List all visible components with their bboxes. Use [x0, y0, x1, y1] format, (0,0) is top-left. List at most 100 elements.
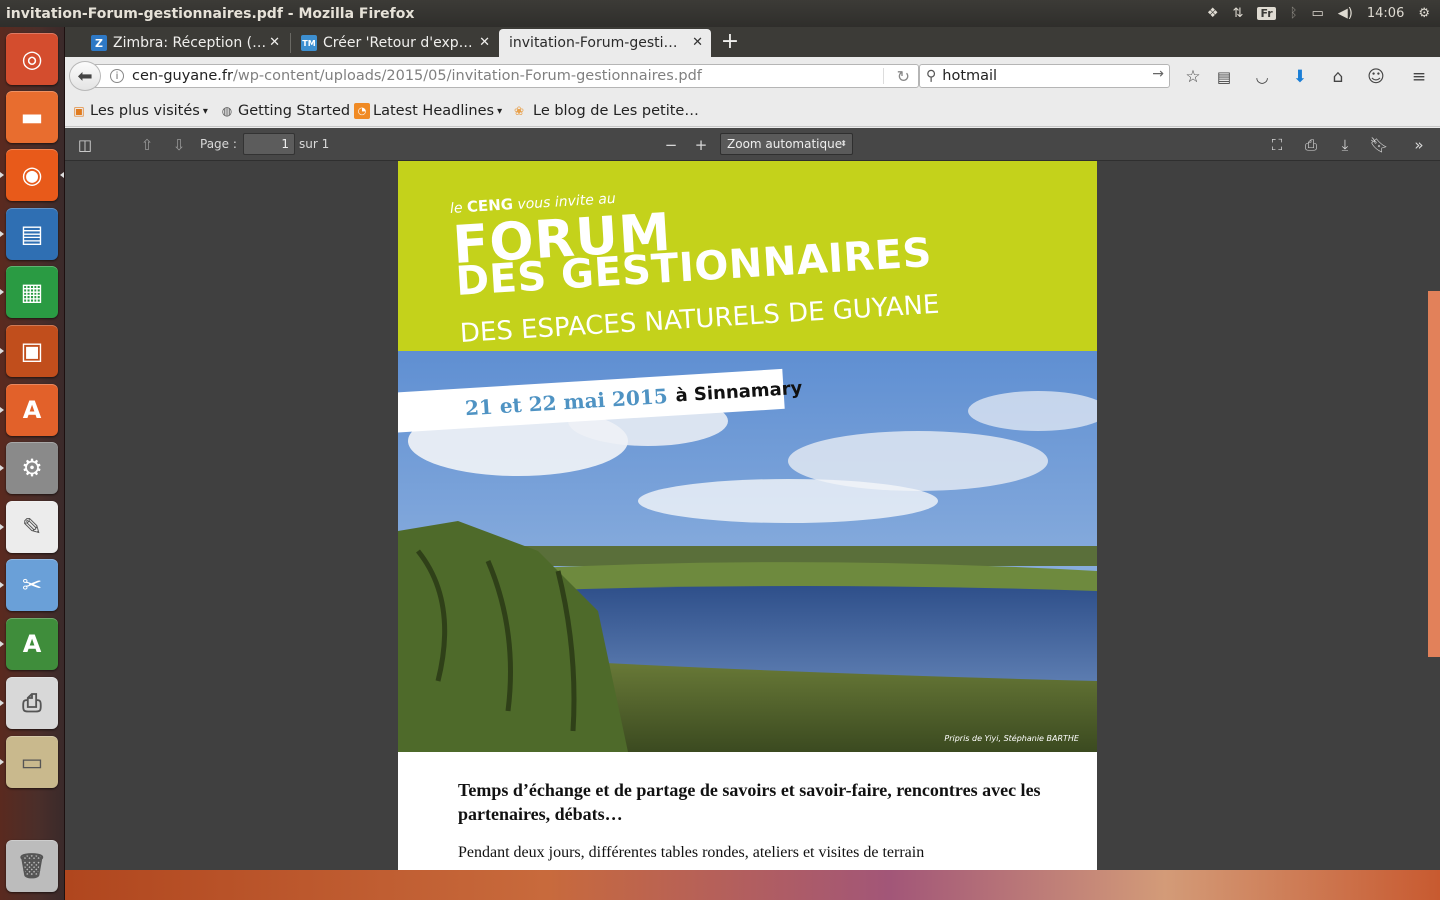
- bookmark-les-plus-visites[interactable]: ▣ Les plus visités ▾: [71, 102, 208, 120]
- new-tab-button[interactable]: +: [719, 31, 741, 53]
- bookmark-le-blog[interactable]: ❀ Le blog de Les petite…: [511, 102, 699, 120]
- zoom-in-icon[interactable]: +: [691, 136, 711, 154]
- launcher-files[interactable]: ▬: [6, 91, 58, 143]
- presentation-mode-icon[interactable]: ⛶: [1267, 136, 1287, 154]
- launcher-firefox[interactable]: ◉: [6, 149, 58, 201]
- focused-indicator: [60, 172, 64, 178]
- chevron-down-icon: ▾: [202, 105, 208, 117]
- running-indicator: [0, 231, 4, 237]
- chevron-down-icon: ▾: [497, 105, 503, 117]
- launcher-ubuntu-dash[interactable]: ◎: [6, 33, 58, 85]
- tab-invitation-pdf[interactable]: invitation-Forum-gesti… ✕: [499, 29, 711, 57]
- page-number-input[interactable]: 1: [243, 133, 295, 155]
- launcher-libreoffice-impress[interactable]: ▣: [6, 325, 58, 377]
- libreoffice-calc-icon: ▦: [20, 278, 44, 306]
- bookmark-star-icon[interactable]: ☆: [1182, 66, 1204, 88]
- reading-list-icon[interactable]: ▤: [1213, 66, 1235, 88]
- system-settings-icon: ⚙: [21, 454, 43, 482]
- bluetooth-icon[interactable]: ᛒ: [1290, 6, 1298, 21]
- reload-icon[interactable]: ↻: [897, 67, 910, 86]
- launcher-bar: ◎ ▬ ◉ ▤ ▦ ▣ A ⚙ ✎ ✂ A ⎙ ▭ 🗑︎: [0, 27, 65, 900]
- launcher-libreoffice-calc[interactable]: ▦: [6, 266, 58, 318]
- download-icon[interactable]: ⤓: [1335, 136, 1355, 154]
- running-indicator: [0, 407, 4, 413]
- zoom-value: Zoom automatique: [727, 137, 843, 151]
- body-paragraph: Pendant deux jours, différentes tables r…: [458, 844, 925, 861]
- next-page-icon[interactable]: ⇩: [169, 136, 189, 154]
- url-host: cen-guyane.fr: [132, 68, 233, 84]
- home-icon[interactable]: ⌂: [1327, 66, 1349, 88]
- menu-hamburger-icon[interactable]: ≡: [1408, 66, 1430, 88]
- network-icon[interactable]: ⇅: [1233, 6, 1244, 21]
- site-info-icon[interactable]: i: [110, 69, 124, 83]
- tab-close-icon[interactable]: ✕: [269, 35, 280, 50]
- event-date: 21 et 22 mai 2015: [464, 383, 669, 421]
- tab-close-icon[interactable]: ✕: [479, 35, 490, 50]
- navigation-toolbar: i cen-guyane.fr/wp-content/uploads/2015/…: [65, 57, 1440, 95]
- dropbox-icon[interactable]: ❖: [1207, 6, 1219, 21]
- sidebar-toggle-icon[interactable]: ◫: [75, 136, 95, 154]
- running-indicator: [0, 582, 4, 588]
- screenshot-icon: ✂: [21, 571, 43, 599]
- launcher-archive-manager[interactable]: ▭: [6, 736, 58, 788]
- clock[interactable]: 14:06: [1367, 6, 1404, 21]
- text-editor-icon: ✎: [21, 513, 43, 541]
- previous-page-icon[interactable]: ⇧: [137, 136, 157, 154]
- pdf-toolbar: ◫ ⇧ ⇩ Page : 1 sur 1 − + Zoom automatiqu…: [65, 128, 1440, 161]
- printer-icon: ⎙: [22, 689, 42, 717]
- tools-chevron-icon[interactable]: »: [1409, 136, 1429, 154]
- bookmark-view-icon[interactable]: 🔖︎: [1369, 136, 1389, 154]
- search-input[interactable]: hotmail: [942, 68, 997, 84]
- tab-label: Créer 'Retour d'exp…: [323, 35, 473, 51]
- pocket-icon[interactable]: ◡: [1251, 66, 1273, 88]
- running-indicator: [0, 465, 4, 471]
- volume-icon[interactable]: ◀): [1338, 6, 1353, 21]
- launcher-system-settings[interactable]: ⚙: [6, 442, 58, 494]
- bookmarks-toolbar: ▣ Les plus visités ▾ ◍ Getting Started ◔…: [65, 95, 1440, 127]
- zimbra-favicon-icon: Z: [91, 35, 107, 51]
- running-indicator: [0, 172, 4, 178]
- settings-gear-icon[interactable]: ⚙: [1418, 6, 1430, 21]
- launcher-software-center[interactable]: A: [6, 384, 58, 436]
- bookmark-label: Le blog de Les petite…: [533, 103, 699, 119]
- tab-close-icon[interactable]: ✕: [692, 35, 703, 50]
- keyboard-layout-indicator[interactable]: Fr: [1257, 7, 1276, 20]
- bookmark-latest-headlines[interactable]: ◔ Latest Headlines ▾: [354, 102, 502, 120]
- event-place: à Sinnamary: [674, 377, 803, 406]
- launcher-printer[interactable]: ⎙: [6, 677, 58, 729]
- lead-paragraph: Temps d’échange et de partage de savoirs…: [458, 780, 1041, 824]
- globe-icon: ◍: [221, 104, 233, 118]
- battery-icon[interactable]: ▭: [1312, 6, 1324, 21]
- back-arrow-icon: ⬅: [77, 65, 93, 87]
- launcher-trash[interactable]: 🗑︎: [6, 840, 58, 892]
- tab-zimbra[interactable]: Z Zimbra: Réception (… ✕: [83, 29, 288, 57]
- url-bar[interactable]: i cen-guyane.fr/wp-content/uploads/2015/…: [95, 64, 919, 88]
- url-separator: [883, 68, 884, 84]
- launcher-libreoffice-writer[interactable]: ▤: [6, 208, 58, 260]
- search-icon: ⚲: [926, 68, 937, 84]
- print-icon[interactable]: ⎙: [1301, 136, 1321, 154]
- bookmark-getting-started[interactable]: ◍ Getting Started: [219, 102, 350, 120]
- tab-creer-retour[interactable]: TM Créer 'Retour d'exp… ✕: [293, 29, 498, 57]
- hello-chat-icon[interactable]: ☺: [1365, 66, 1387, 88]
- running-indicator: [0, 524, 4, 530]
- launcher-screenshot[interactable]: ✂: [6, 559, 58, 611]
- zoom-out-icon[interactable]: −: [661, 136, 681, 154]
- search-go-icon[interactable]: →: [1152, 66, 1164, 82]
- select-arrows-icon: ⬍: [840, 139, 847, 148]
- zoom-select[interactable]: Zoom automatique ⬍: [720, 133, 853, 155]
- running-indicator: [0, 289, 4, 295]
- tab-label: invitation-Forum-gesti…: [509, 35, 678, 51]
- tab-label: Zimbra: Réception (…: [113, 35, 267, 51]
- launcher-text-editor[interactable]: ✎: [6, 501, 58, 553]
- system-top-panel: invitation-Forum-gestionnaires.pdf - Moz…: [0, 0, 1440, 27]
- back-button[interactable]: ⬅: [69, 61, 101, 91]
- pdf-viewer-area[interactable]: le CENG vous invite au FORUM DES GESTION…: [65, 161, 1440, 870]
- window-title: invitation-Forum-gestionnaires.pdf - Moz…: [6, 5, 415, 22]
- tm-favicon-icon: TM: [301, 35, 317, 51]
- running-indicator: [0, 348, 4, 354]
- downloads-icon[interactable]: ⬇: [1289, 66, 1311, 88]
- software-updater-icon: A: [22, 630, 42, 658]
- search-bar[interactable]: ⚲ hotmail →: [919, 64, 1170, 88]
- launcher-software-updater[interactable]: A: [6, 618, 58, 670]
